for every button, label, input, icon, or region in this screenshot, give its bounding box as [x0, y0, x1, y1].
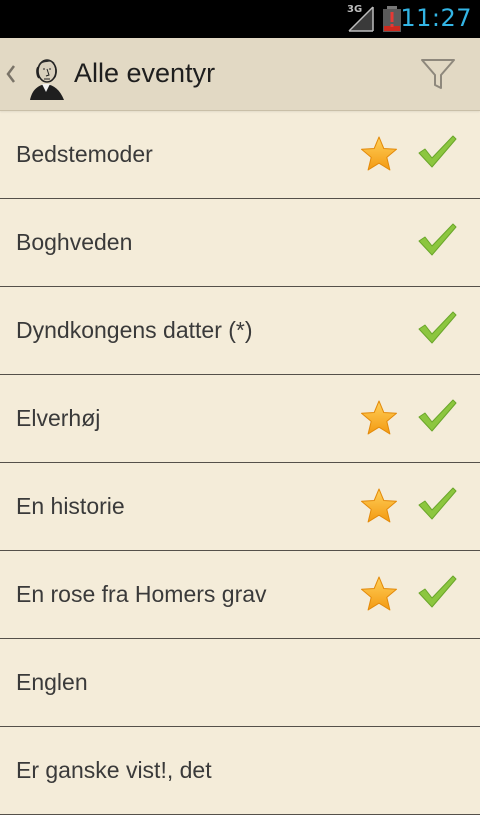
favorite-star-icon[interactable] — [360, 136, 398, 172]
list-item-title: Bedstemoder — [16, 141, 153, 167]
list-item-title: Dyndkongens datter (*) — [16, 317, 253, 343]
read-check-icon[interactable] — [416, 397, 458, 435]
signal-icon — [348, 6, 374, 32]
filter-icon — [421, 59, 455, 89]
list-item-title: Er ganske vist!, det — [16, 757, 212, 783]
list-item[interactable]: Dyndkongens datter (*) — [0, 287, 480, 375]
action-bar: Alle eventyr — [0, 38, 480, 111]
list-item[interactable]: Boghveden — [0, 199, 480, 287]
favorite-star-icon[interactable] — [360, 488, 398, 524]
page-title: Alle eventyr — [74, 58, 216, 88]
list-item[interactable]: Bedstemoder — [0, 111, 480, 199]
read-check-icon[interactable] — [416, 221, 458, 259]
list-item[interactable]: Er ganske vist!, det — [0, 727, 480, 815]
favorite-star-icon[interactable] — [360, 576, 398, 612]
list-item[interactable]: En rose fra Homers grav — [0, 551, 480, 639]
read-check-icon[interactable] — [416, 573, 458, 611]
filter-button[interactable] — [414, 52, 462, 96]
read-check-icon[interactable] — [416, 485, 458, 523]
list-item-title: En rose fra Homers grav — [16, 581, 267, 607]
list-item-title: Boghveden — [16, 229, 133, 255]
list-item[interactable]: En historie — [0, 463, 480, 551]
read-check-icon[interactable] — [416, 309, 458, 347]
list-item[interactable]: Englen — [0, 639, 480, 727]
list-item-title: Elverhøj — [16, 405, 101, 431]
list-item[interactable]: Elverhøj — [0, 375, 480, 463]
author-portrait-avatar[interactable] — [22, 52, 70, 100]
up-chevron-icon[interactable] — [6, 64, 16, 84]
clock: 11:27 — [400, 4, 472, 32]
list-item-title: Englen — [16, 669, 88, 695]
status-bar: 3G 11:27 — [0, 0, 480, 38]
favorite-star-icon[interactable] — [360, 400, 398, 436]
read-check-icon[interactable] — [416, 133, 458, 171]
fairy-tale-list: Bedstemoder Boghveden Dyndkongens datter… — [0, 111, 480, 815]
list-item-title: En historie — [16, 493, 125, 519]
